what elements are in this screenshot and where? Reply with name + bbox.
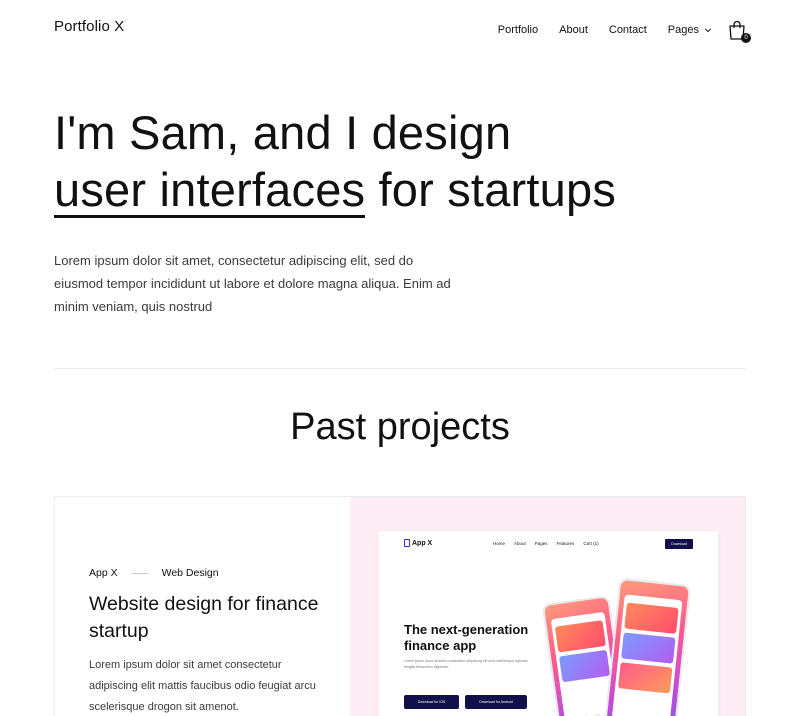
phone-card <box>624 602 679 634</box>
app-logo-icon <box>404 539 410 547</box>
hero-description: Lorem ipsum dolor sit amet, consectetur … <box>54 253 451 314</box>
project-category[interactable]: Web Design <box>162 567 219 579</box>
mock-nav-item: Features <box>556 541 575 546</box>
mock-headline: The next-generation finance app <box>404 622 529 653</box>
phone-card <box>554 620 606 653</box>
cart-count-badge: 0 <box>741 33 751 43</box>
mock-android-button: Download for Android <box>465 695 527 709</box>
hero-title-rest: for startups <box>365 163 617 216</box>
nav-pages-label: Pages <box>667 24 699 36</box>
hero-title-line1: I'm Sam, and I design <box>54 106 512 159</box>
project-description: Lorem ipsum dolor sit amet consectetur a… <box>89 659 316 713</box>
nav-contact[interactable]: Contact <box>609 24 647 36</box>
nav-about[interactable]: About <box>559 24 588 36</box>
preview-mockup: App X Home About Pages Features Cart (1)… <box>379 531 718 716</box>
mock-nav-item: About <box>514 541 526 546</box>
brand-logo[interactable]: Portfolio X <box>54 18 124 35</box>
phone-mockup-front <box>602 577 692 716</box>
cart-button[interactable]: 0 <box>728 20 751 43</box>
hero-title: I'm Sam, and I design user interfaces fo… <box>54 104 754 218</box>
mock-text: Lorem ipsum dolor sit amet consectetur a… <box>404 659 528 669</box>
meta-divider <box>131 572 148 574</box>
hero-title-underlined: user interfaces <box>54 163 366 218</box>
mock-ios-button: Download for iOS <box>404 695 459 709</box>
nav-portfolio[interactable]: Portfolio <box>498 24 538 36</box>
mock-nav-item: Home <box>493 541 506 546</box>
section-divider <box>54 368 746 369</box>
chevron-down-icon <box>704 28 712 33</box>
mock-download-button: Download <box>665 539 693 549</box>
main-nav: Portfolio About Contact Pages 0 <box>477 20 751 43</box>
mock-nav-item: Cart (1) <box>583 541 599 546</box>
project-preview[interactable]: App X Home About Pages Features Cart (1)… <box>350 497 745 716</box>
mock-nav: Home About Pages Features Cart (1) <box>493 541 608 546</box>
project-meta: App X Web Design <box>89 567 219 579</box>
mock-nav-item: Pages <box>534 541 548 546</box>
project-card[interactable]: App X Web Design Website design for fina… <box>54 496 746 716</box>
phone-card <box>621 632 676 664</box>
project-client: App X <box>89 567 118 579</box>
mock-logo: App X <box>404 539 432 547</box>
phone-card <box>559 649 611 683</box>
project-title[interactable]: Website design for finance startup <box>89 591 319 645</box>
project-info: App X Web Design Website design for fina… <box>55 497 350 716</box>
mock-logo-text: App X <box>412 539 433 547</box>
nav-pages[interactable]: Pages <box>668 24 712 36</box>
phone-card <box>618 662 673 694</box>
section-title: Past projects <box>290 406 510 448</box>
